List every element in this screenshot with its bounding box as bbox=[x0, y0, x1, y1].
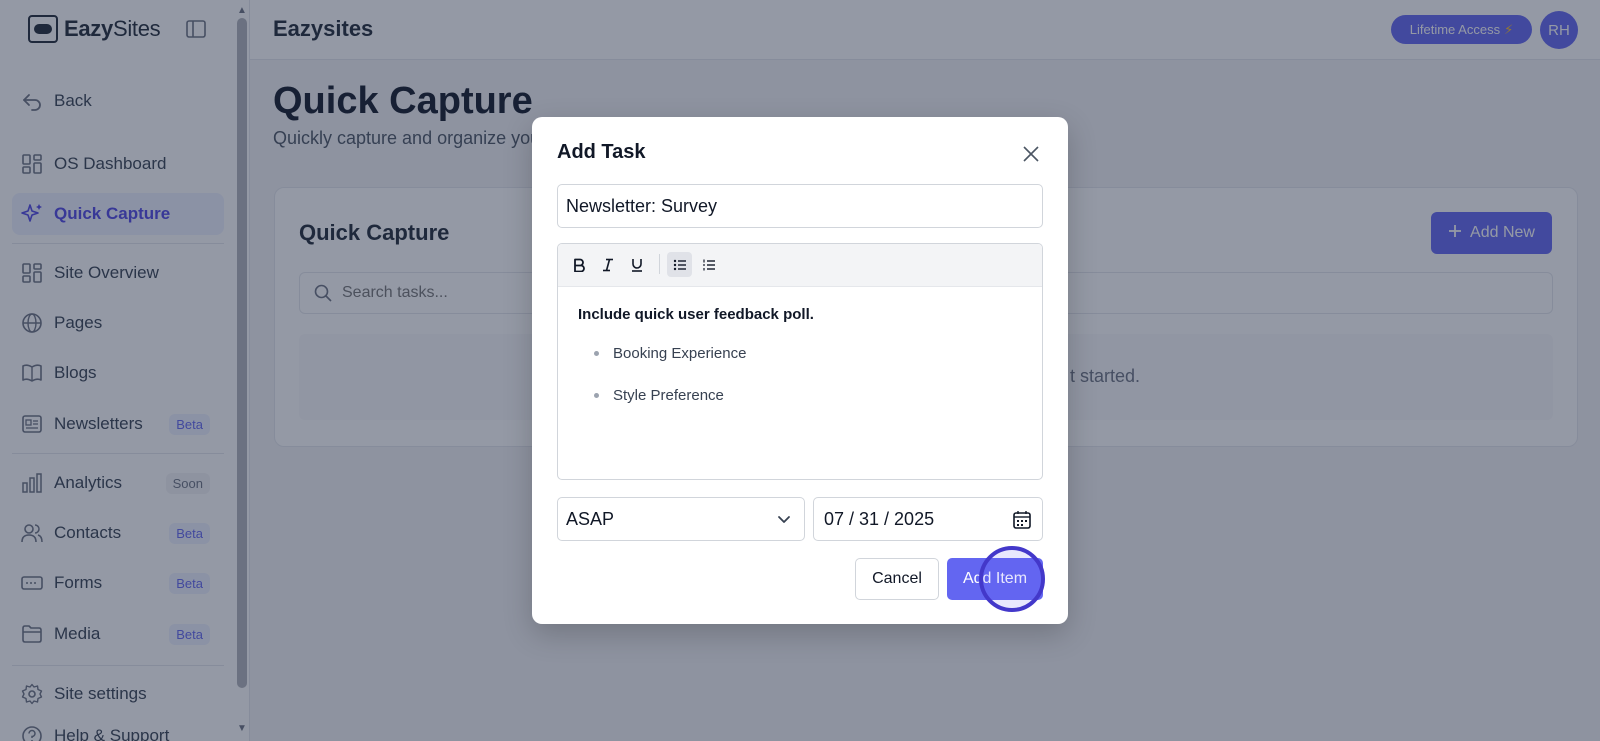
dialog-title: Add Task bbox=[557, 141, 646, 163]
chevron-down-icon bbox=[776, 511, 792, 527]
due-date-value: 07 / 31 / 2025 bbox=[824, 508, 935, 529]
underline-icon[interactable] bbox=[624, 252, 649, 277]
bullet-list-icon[interactable] bbox=[667, 252, 692, 277]
bold-icon[interactable] bbox=[566, 252, 591, 277]
editor-toolbar bbox=[558, 244, 1042, 287]
add-task-dialog: Add Task Include quick user feedback p bbox=[532, 117, 1068, 624]
italic-icon[interactable] bbox=[595, 252, 620, 277]
editor-content[interactable]: Include quick user feedback poll. Bookin… bbox=[578, 306, 814, 429]
editor-bullet-list: Booking Experience Style Preference bbox=[578, 345, 814, 429]
add-item-button[interactable]: Add Item bbox=[947, 558, 1043, 600]
priority-select[interactable]: ASAP bbox=[557, 497, 805, 541]
toolbar-divider bbox=[659, 254, 660, 274]
numbered-list-icon[interactable] bbox=[696, 252, 721, 277]
task-title-input[interactable] bbox=[557, 184, 1043, 228]
calendar-icon[interactable] bbox=[1012, 510, 1032, 530]
rich-text-editor: Include quick user feedback poll. Bookin… bbox=[557, 243, 1043, 480]
cancel-button[interactable]: Cancel bbox=[855, 558, 939, 600]
close-icon[interactable] bbox=[1020, 143, 1042, 165]
list-item: Booking Experience bbox=[578, 345, 814, 387]
due-date-input[interactable]: 07 / 31 / 2025 bbox=[813, 497, 1043, 541]
editor-paragraph: Include quick user feedback poll. bbox=[578, 306, 814, 323]
list-item: Style Preference bbox=[578, 387, 814, 429]
priority-value: ASAP bbox=[566, 508, 615, 529]
